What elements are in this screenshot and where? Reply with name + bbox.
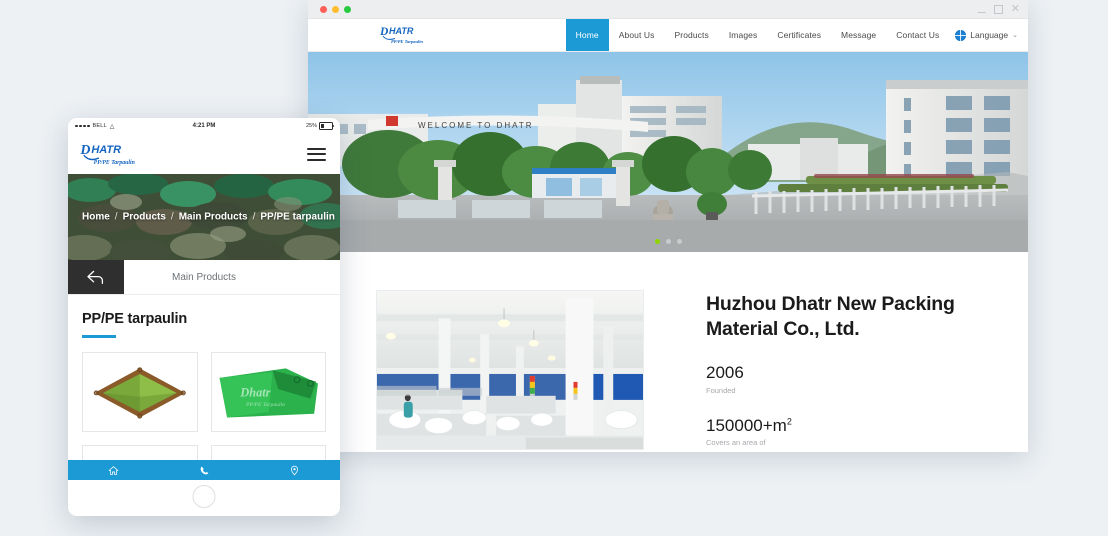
stat-founded-value: 2006 [706, 362, 744, 382]
nav-links: Home About Us Products Images Certificat… [565, 19, 1028, 51]
stat-area-value: 150000+m2 [706, 415, 966, 436]
section-title: PP/PE tarpaulin [82, 311, 187, 327]
mobile-phone-mockup: BELL △ 4:21 PM 25% D HATR PP/PE Tarpauli… [68, 118, 340, 516]
svg-text:WELCOME TO DHATR: WELCOME TO DHATR [418, 121, 534, 130]
window-titlebar: ✕ [308, 0, 1028, 19]
phone-subnav-bar: Main Products [68, 260, 340, 295]
svg-text:PP/PE Tarpaulin: PP/PE Tarpaulin [391, 39, 423, 44]
tab-call[interactable] [159, 465, 250, 476]
stat-area-label: Covers an area of [706, 438, 766, 448]
phone-icon [200, 466, 208, 474]
phone-app-header: D HATR PP/PE Tarpaulin [68, 134, 340, 174]
section-header: PP/PE tarpaulin [68, 295, 340, 338]
factory-interior-image [376, 290, 644, 450]
company-title: Huzhou Dhatr New Packing Material Co., L… [706, 293, 955, 340]
breadcrumb-item-current: PP/PE tarpaulin [260, 211, 335, 223]
phone-hero-banner: Home / Products / Main Products / PP/PE … [68, 174, 340, 260]
maximize-window-button[interactable] [344, 5, 351, 13]
phone-dhatr-logo-icon[interactable]: D HATR PP/PE Tarpaulin [78, 140, 150, 168]
subnav-title: Main Products [172, 271, 236, 283]
desktop-browser-window: ✕ D HATR PP/PE Tarpaulin Home About Us P… [308, 0, 1028, 452]
nav-item-contact-us[interactable]: Contact Us [886, 19, 949, 51]
back-button[interactable] [68, 260, 124, 294]
window-controls: ✕ [977, 0, 1020, 18]
svg-text:Dhatr: Dhatr [239, 386, 270, 400]
hero-carousel[interactable]: WELCOME TO DHATR [308, 52, 1028, 252]
factory-photo-icon [377, 291, 643, 449]
status-bar-clock: 4:21 PM [192, 123, 216, 129]
carousel-dots [308, 239, 1028, 244]
svg-text:HATR: HATR [389, 26, 414, 36]
language-selector[interactable]: Language ⌄ [949, 19, 1028, 51]
home-button[interactable] [192, 485, 216, 508]
stat-area-number: 150000+m [706, 415, 787, 435]
screenshot-stage: ✕ D HATR PP/PE Tarpaulin Home About Us P… [0, 0, 1108, 536]
mac-traffic-lights [320, 5, 351, 13]
site-logo[interactable]: D HATR PP/PE Tarpaulin [308, 19, 566, 51]
about-text-block: Huzhou Dhatr New Packing Material Co., L… [706, 290, 966, 450]
breadcrumb-item-main-products[interactable]: Main Products [179, 212, 248, 223]
language-label: Language [970, 30, 1009, 40]
about-section: Huzhou Dhatr New Packing Material Co., L… [308, 252, 1028, 450]
carousel-dot-2[interactable] [665, 239, 671, 244]
svg-text:HATR: HATR [91, 144, 121, 156]
stat-area-superscript: 2 [786, 415, 792, 426]
product-card-1[interactable] [82, 352, 198, 432]
battery-icon [319, 122, 334, 130]
product-card-2[interactable]: Dhatr PP/PE Tarpaulin [210, 352, 326, 432]
back-arrow-icon [87, 270, 104, 285]
nav-item-images[interactable]: Images [719, 19, 767, 51]
breadcrumb-item-home[interactable]: Home [82, 212, 110, 223]
svg-text:PP/PE Tarpaulin: PP/PE Tarpaulin [245, 402, 285, 408]
breadcrumb-separator-2: / [170, 211, 174, 223]
minimize-window-button[interactable] [332, 5, 339, 13]
hamburger-menu-icon[interactable] [307, 147, 326, 161]
nav-item-home[interactable]: Home [565, 19, 609, 51]
carousel-dot-1[interactable] [654, 239, 660, 244]
carousel-dot-3[interactable] [676, 239, 682, 244]
dhatr-logo-icon: D HATR PP/PE Tarpaulin [379, 26, 423, 44]
breadcrumb-separator-3: / [252, 211, 256, 223]
chevron-down-icon: ⌄ [1012, 32, 1018, 39]
close-window-button[interactable] [320, 5, 327, 13]
nav-item-message[interactable]: Message [831, 19, 886, 51]
close-icon[interactable]: ✕ [1011, 3, 1020, 15]
breadcrumb-item-products[interactable]: Products [123, 212, 166, 223]
stat-area: 150000+m2 Covers an area of [706, 415, 966, 448]
site-navbar: D HATR PP/PE Tarpaulin Home About Us Pro… [308, 19, 1028, 52]
product-image-green-dhatr-tarp: Dhatr PP/PE Tarpaulin [211, 355, 325, 429]
phone-status-bar: BELL △ 4:21 PM 25% [68, 118, 340, 134]
breadcrumb-separator-1: / [114, 211, 118, 223]
svg-text:PP/PE Tarpaulin: PP/PE Tarpaulin [94, 160, 135, 166]
breadcrumb: Home / Products / Main Products / PP/PE … [68, 212, 340, 223]
maximize-icon[interactable] [993, 4, 1003, 14]
stat-founded-label: Founded [706, 385, 736, 395]
minimize-icon[interactable] [977, 11, 986, 13]
svg-text:D: D [379, 26, 389, 38]
nav-item-products[interactable]: Products [665, 19, 719, 51]
product-image-brown-green-tarp [83, 355, 197, 429]
nav-item-about-us[interactable]: About Us [609, 19, 665, 51]
stat-founded: 2006 Founded [706, 362, 966, 395]
hero-campus-image: WELCOME TO DHATR [308, 52, 1028, 252]
nav-item-certificates[interactable]: Certificates [767, 19, 831, 51]
phone-tab-bar [68, 460, 340, 480]
globe-icon [955, 29, 967, 41]
tab-location[interactable] [249, 465, 340, 476]
location-pin-icon [291, 465, 299, 475]
tab-home[interactable] [68, 465, 159, 476]
home-icon [108, 465, 119, 475]
